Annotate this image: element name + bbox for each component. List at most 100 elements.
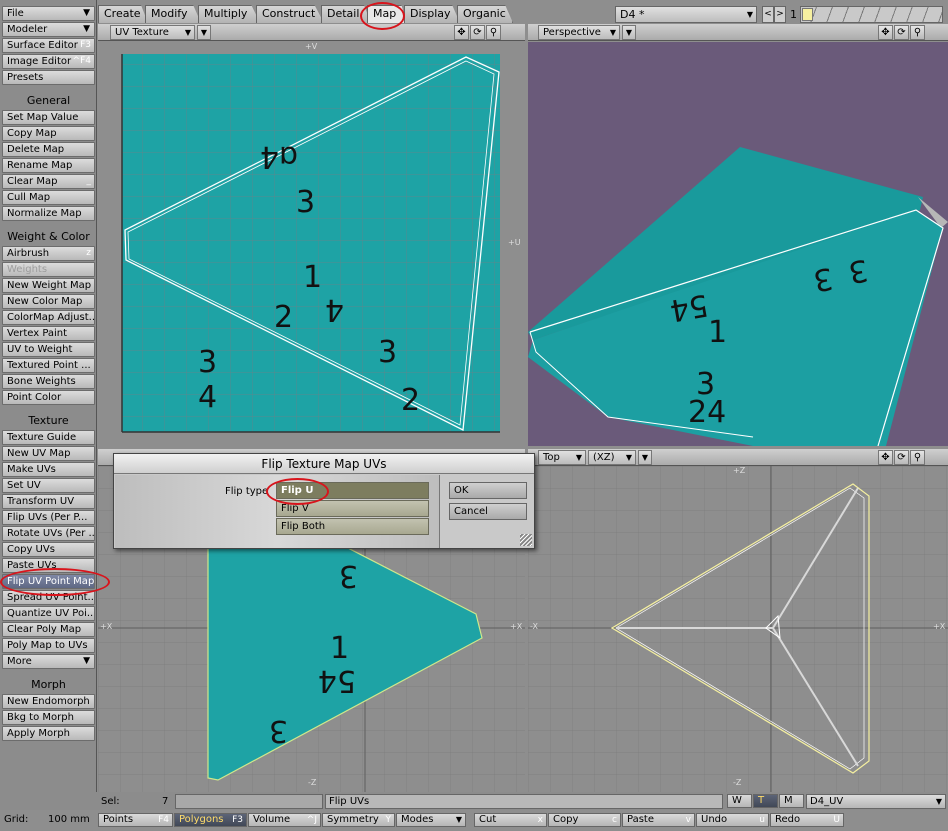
sidebar-button-flip-uv-point-map[interactable]: Flip UV Point Map xyxy=(2,574,95,589)
svg-text:3: 3 xyxy=(296,185,315,220)
layer-slots[interactable] xyxy=(800,6,943,23)
tab-detail[interactable]: Detail xyxy=(321,5,371,23)
resize-handle-icon[interactable] xyxy=(520,534,532,546)
sidebar-button-airbrush[interactable]: Airbrush z xyxy=(2,246,95,261)
toolbar-sidebar: File ▼ Modeler ▼ Surface Editor F3 Image Edito… xyxy=(0,0,97,810)
bottom-button-polygons[interactable]: Polygons F3 xyxy=(174,813,247,827)
active-layer-slot[interactable] xyxy=(802,8,813,21)
viewport-perspective[interactable]: 54 1 3 3 3 24 xyxy=(528,42,948,446)
tab-multiply[interactable]: Multiply xyxy=(198,5,260,23)
bottom-button-symmetry[interactable]: Symmetry Y xyxy=(322,813,395,827)
rotate-icon[interactable]: ⟳ xyxy=(894,25,909,40)
sidebar-button-bone-weights[interactable]: Bone Weights xyxy=(2,374,95,389)
sidebar-button-label: Point Color xyxy=(7,392,62,403)
viewport-uv-texture[interactable]: ɑ4 3 1 2 4 3 3 4 2 +V +U xyxy=(98,42,525,446)
viewport-options-select[interactable]: ▼ xyxy=(622,25,636,40)
bottom-button-volume[interactable]: Volume ^J xyxy=(248,813,321,827)
toggle-m[interactable]: M xyxy=(779,794,804,808)
tab-create[interactable]: Create xyxy=(98,5,148,23)
sidebar-button-texture-guide[interactable]: Texture Guide xyxy=(2,430,95,445)
viewport-top[interactable]: +Z -Z -X +X xyxy=(528,466,948,792)
rotate-icon[interactable]: ⟳ xyxy=(470,25,485,40)
bottom-button-points[interactable]: Points F4 xyxy=(98,813,173,827)
viewport-mode-select-uv[interactable]: UV Texture ▼ xyxy=(110,25,195,40)
sidebar-button-more[interactable]: More ▼ xyxy=(2,654,95,669)
sidebar-button-copy-uvs[interactable]: Copy UVs xyxy=(2,542,95,557)
sidebar-button-uv-to-weight[interactable]: UV to Weight xyxy=(2,342,95,357)
flip-u-option[interactable]: Flip U xyxy=(276,482,429,499)
sidebar-button-surface-editor[interactable]: Surface Editor F3 xyxy=(2,38,95,53)
sidebar-button-copy-map[interactable]: Copy Map xyxy=(2,126,95,141)
tab-display[interactable]: Display xyxy=(404,5,460,23)
sidebar-button-textured-point[interactable]: Textured Point ... xyxy=(2,358,95,373)
tab-organic[interactable]: Organic xyxy=(457,5,513,23)
sidebar-button-point-color[interactable]: Point Color xyxy=(2,390,95,405)
zoom-icon[interactable]: ⚲ xyxy=(910,25,925,40)
viewport-mode-select-top[interactable]: Top ▼ xyxy=(538,450,586,465)
sidebar-button-clear-poly-map[interactable]: Clear Poly Map xyxy=(2,622,95,637)
sidebar-button-weights[interactable]: Weights xyxy=(2,262,95,277)
sidebar-button-normalize-map[interactable]: Normalize Map xyxy=(2,206,95,221)
flip-v-option[interactable]: Flip V xyxy=(276,500,429,517)
sidebar-button-quantize-uv-poi[interactable]: Quantize UV Poi... xyxy=(2,606,95,621)
sidebar-button-new-weight-map[interactable]: New Weight Map xyxy=(2,278,95,293)
move-icon[interactable]: ✥ xyxy=(878,25,893,40)
status-message-text: Flip UVs xyxy=(329,796,370,807)
bottom-button-label: Undo xyxy=(701,814,728,825)
viewport-options-select[interactable]: ▼ xyxy=(197,25,211,40)
sidebar-button-delete-map[interactable]: Delete Map xyxy=(2,142,95,157)
sidebar-button-rotate-uvs-per[interactable]: Rotate UVs (Per ... xyxy=(2,526,95,541)
sidebar-button-spread-uv-point[interactable]: Spread UV Point... xyxy=(2,590,95,605)
layer-next-button[interactable]: > xyxy=(774,6,786,23)
sidebar-button-set-map-value[interactable]: Set Map Value xyxy=(2,110,95,125)
sidebar-button-clear-map[interactable]: Clear Map _ xyxy=(2,174,95,189)
bottom-button-cut[interactable]: Cut x xyxy=(474,813,547,827)
rotate-icon[interactable]: ⟳ xyxy=(894,450,909,465)
sidebar-button-colormap-adjust[interactable]: ColorMap Adjust... xyxy=(2,310,95,325)
axis-label-plus-z: +Z xyxy=(733,466,746,475)
flip-both-option[interactable]: Flip Both xyxy=(276,518,429,535)
tab-construct[interactable]: Construct xyxy=(256,5,324,23)
viewport-plane-select[interactable]: (XZ) ▼ xyxy=(588,450,636,465)
sidebar-button-file[interactable]: File ▼ xyxy=(2,6,95,21)
sidebar-button-bkg-to-morph[interactable]: Bkg to Morph xyxy=(2,710,95,725)
map-select[interactable]: D4_UV ▼ xyxy=(806,794,946,809)
sidebar-button-apply-morph[interactable]: Apply Morph xyxy=(2,726,95,741)
bottom-button-undo[interactable]: Undo u xyxy=(696,813,769,827)
sidebar-button-new-color-map[interactable]: New Color Map xyxy=(2,294,95,309)
zoom-icon[interactable]: ⚲ xyxy=(910,450,925,465)
bottom-button-paste[interactable]: Paste v xyxy=(622,813,695,827)
cancel-button[interactable]: Cancel xyxy=(449,503,527,520)
viewport-options-select[interactable]: ▼ xyxy=(638,450,652,465)
layer-prev-button[interactable]: < xyxy=(762,6,774,23)
sidebar-button-presets[interactable]: Presets xyxy=(2,70,95,85)
bottom-button-redo[interactable]: Redo U xyxy=(770,813,844,827)
sidebar-button-make-uvs[interactable]: Make UVs xyxy=(2,462,95,477)
zoom-icon[interactable]: ⚲ xyxy=(486,25,501,40)
sidebar-button-new-endomorph[interactable]: New Endomorph xyxy=(2,694,95,709)
toggle-t[interactable]: T xyxy=(753,794,778,808)
move-icon[interactable]: ✥ xyxy=(454,25,469,40)
sidebar-button-modeler[interactable]: Modeler ▼ xyxy=(2,22,95,37)
sidebar-button-transform-uv[interactable]: Transform UV xyxy=(2,494,95,509)
toggle-w[interactable]: W xyxy=(727,794,752,808)
sidebar-button-new-uv-map[interactable]: New UV Map xyxy=(2,446,95,461)
move-icon[interactable]: ✥ xyxy=(878,450,893,465)
tab-modify[interactable]: Modify xyxy=(145,5,201,23)
bottom-button-modes[interactable]: Modes ▼ xyxy=(396,813,466,827)
sidebar-button-label: Copy Map xyxy=(7,128,57,139)
sidebar-button-paste-uvs[interactable]: Paste UVs xyxy=(2,558,95,573)
sidebar-button-vertex-paint[interactable]: Vertex Paint xyxy=(2,326,95,341)
sidebar-button-image-editor[interactable]: Image Editor ^F4 xyxy=(2,54,95,69)
ok-button[interactable]: OK xyxy=(449,482,527,499)
sidebar-button-flip-uvs-per-p[interactable]: Flip UVs (Per P... xyxy=(2,510,95,525)
sidebar-button-label: Bkg to Morph xyxy=(7,712,74,723)
bottom-button-copy[interactable]: Copy c xyxy=(548,813,621,827)
sidebar-button-rename-map[interactable]: Rename Map xyxy=(2,158,95,173)
sidebar-button-set-uv[interactable]: Set UV xyxy=(2,478,95,493)
viewport-mode-select-perspective[interactable]: Perspective ▼ xyxy=(538,25,620,40)
sidebar-button-poly-map-to-uvs[interactable]: Poly Map to UVs xyxy=(2,638,95,653)
layer-object-select[interactable]: D4 * ▼ xyxy=(615,6,757,23)
tab-map[interactable]: Map xyxy=(367,5,407,23)
sidebar-button-cull-map[interactable]: Cull Map xyxy=(2,190,95,205)
